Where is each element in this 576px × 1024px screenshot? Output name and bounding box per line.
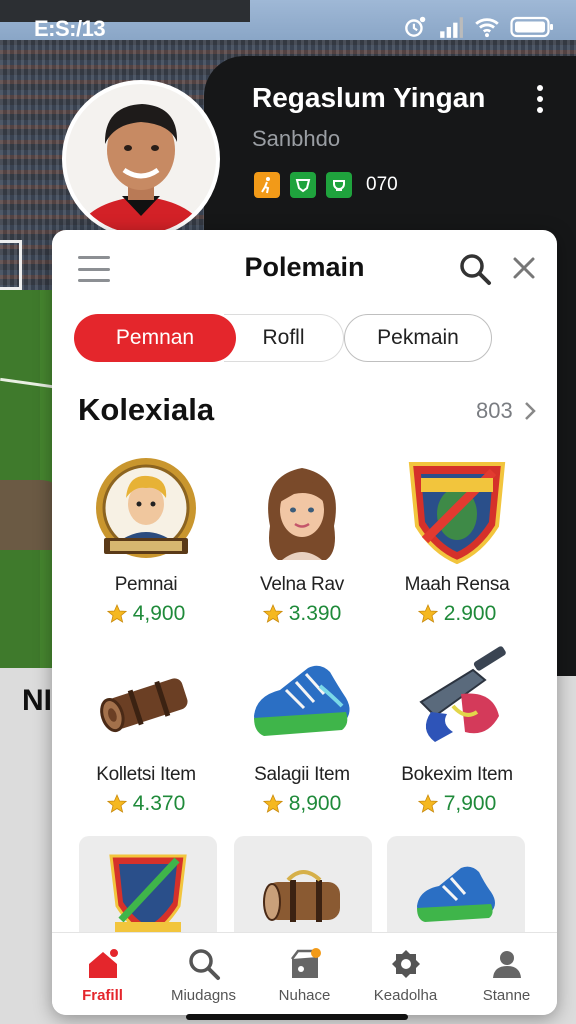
nav-item-settings[interactable]: Keadolha [355,933,456,1015]
nav-item-profile[interactable]: Stanne [456,933,557,1015]
item-price: 3.390 [224,602,380,626]
wifi-icon [475,18,499,38]
log-bundle-icon [100,678,188,733]
modal-header: Polemain [52,230,557,306]
shield-badge-icon[interactable] [290,172,316,198]
item-price: 4,900 [68,602,224,626]
star-icon [262,794,283,813]
shield-crest-icon [109,854,187,938]
nav-item-home[interactable]: Frafill [52,933,153,1015]
home-indicator[interactable] [186,1014,408,1020]
tab-pemnan[interactable]: Pemnan [74,314,236,362]
nav-item-search[interactable]: Miudagns [153,933,254,1015]
behind-card-title: NI [22,684,52,717]
profile-icon [493,951,521,978]
star-icon [417,604,438,623]
alarm-icon [405,16,426,37]
mech-weapon-icon [419,646,506,742]
status-time: E:S:/13 [34,16,106,41]
sneaker-icon [417,866,495,922]
close-icon[interactable] [510,254,538,282]
more-options-icon[interactable] [528,82,552,116]
runner-badge-icon[interactable] [254,172,280,198]
item-name: Kolletsi Item [96,764,196,785]
player-subtitle: Sanbhdo [252,126,341,151]
star-icon [417,794,438,813]
star-icon [106,794,127,813]
section-title: Kolexiala [78,392,215,427]
nav-label: Frafill [82,987,123,1004]
item-name: Salagii Item [254,764,350,785]
signal-icon [440,17,463,38]
nav-label: Miudagns [170,987,237,1004]
tab-pekmain[interactable]: Pekmain [344,314,492,362]
nav-label: Nuhace [278,987,331,1004]
tab-rofll[interactable]: Rofll [224,314,344,362]
item-price: 2.900 [379,602,535,626]
tab-bar: Rofll Pemnan Pekmain [74,314,494,362]
status-bar: E:S:/13 [0,0,576,56]
badge-count: 070 [366,174,398,195]
nav-label: Keadolha [373,987,438,1004]
female-avatar-icon [268,468,336,560]
collection-item[interactable]: Bokexim Item 7,900 [379,646,535,836]
shield-crest-icon [408,462,506,565]
player-emblem-icon [96,458,196,558]
search-icon[interactable] [458,252,492,286]
shop-icon [291,948,321,978]
home-icon [89,947,120,978]
collection-item[interactable]: Kolletsi Item 4.370 [68,646,224,836]
nav-label: Stanne [482,987,531,1004]
player-name: Regaslum Yingan [252,82,486,113]
collection-item[interactable]: Velna Rav 3.390 [224,456,380,646]
nav-item-shop[interactable]: Nuhace [254,933,355,1015]
player-portrait-icon [66,84,216,234]
item-price: 7,900 [379,792,535,816]
search-icon [189,949,220,980]
item-name: Velna Rav [260,574,344,595]
item-name: Maah Rensa [404,574,510,595]
avatar[interactable] [62,80,220,238]
bottom-nav: Frafill Miudagns Nuhace Keadolha Stanne [52,932,557,1015]
item-name: Pemnai [114,574,178,595]
chevron-right-icon[interactable] [522,400,538,422]
item-name: Bokexim Item [401,764,513,785]
battery-icon [510,16,553,38]
collection-item[interactable]: Maah Rensa 2.900 [379,456,535,646]
item-price: 4.370 [68,792,224,816]
badge-row: 070 [254,172,398,198]
collection-item[interactable]: Salagii Item 8,900 [224,646,380,836]
star-icon [262,604,283,623]
item-price: 8,900 [224,792,380,816]
sneaker-icon [254,665,350,736]
collection-item[interactable]: Pemnai 4,900 [68,456,224,646]
star-icon [106,604,127,623]
settings-icon [392,950,420,978]
collection-modal: Polemain Rofll Pemnan Pekmain Kolexiala … [52,230,557,1015]
trophy-badge-icon[interactable] [326,172,352,198]
treasure-bundle-icon [263,870,340,922]
section-count[interactable]: 803 [476,398,513,424]
